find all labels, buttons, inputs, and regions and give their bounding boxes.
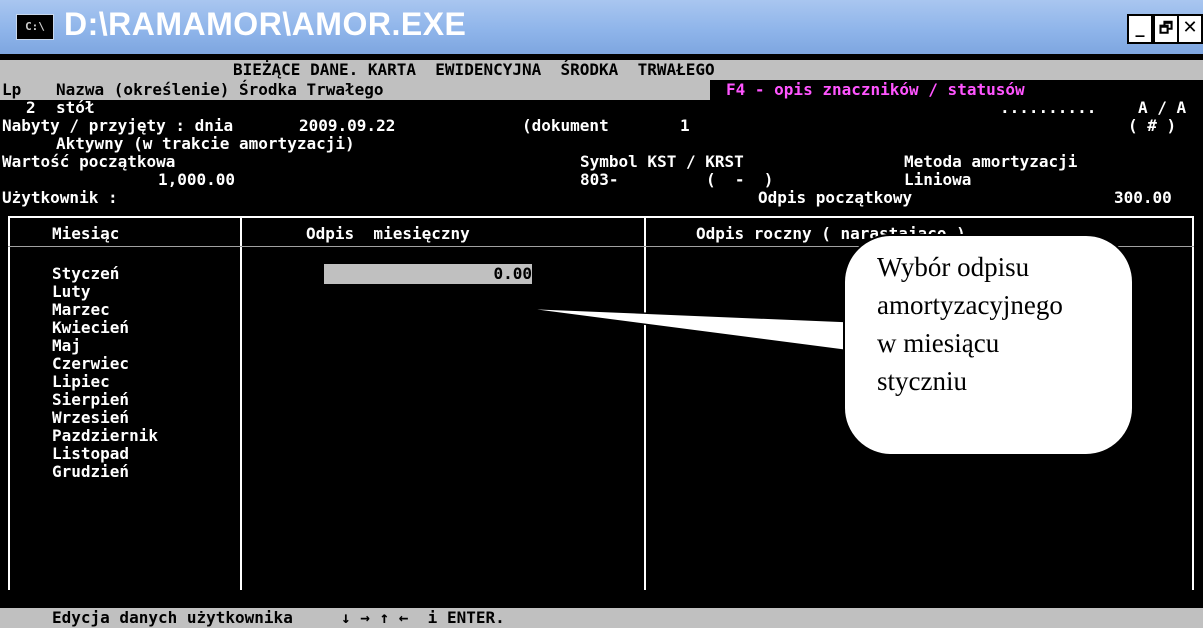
callout-text: Wybór odpisu amortyzacyjnego w miesiącu … — [877, 252, 1063, 396]
annotation-callout: Wybór odpisu amortyzacyjnego w miesiącu … — [843, 234, 1134, 456]
